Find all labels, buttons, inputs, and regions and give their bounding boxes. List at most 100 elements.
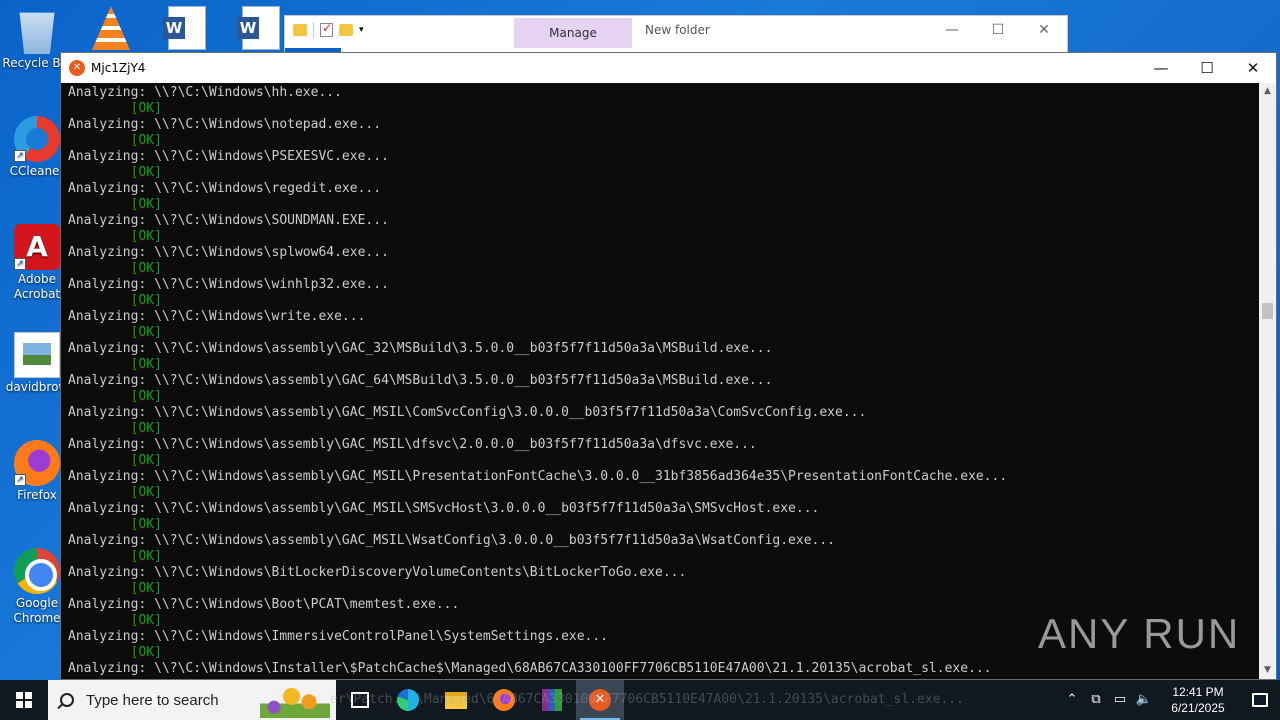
taskbar: ⌃ ⧉ ▭ 🔈 12:41 PM 6/21/2025	[0, 680, 1280, 720]
notification-button[interactable]	[1240, 680, 1280, 720]
manage-tab[interactable]: Manage	[514, 18, 632, 48]
quick-access-toolbar: ▾	[293, 21, 364, 38]
image-file-icon	[14, 332, 60, 378]
folder-icon[interactable]	[293, 24, 307, 36]
ok-status: [OK]	[68, 101, 162, 116]
firefox-icon	[493, 689, 515, 711]
scroll-down-icon[interactable]: ▼	[1259, 662, 1276, 679]
vlc-icon[interactable]	[92, 6, 130, 50]
chevron-down-icon[interactable]: ▾	[359, 25, 364, 35]
pinned-apps	[336, 680, 624, 720]
desktop-icon-label: Firefox	[17, 488, 57, 502]
window-controls: — ☐ ✕	[929, 16, 1067, 46]
word-document-icon[interactable]	[163, 6, 206, 50]
start-button[interactable]	[0, 680, 48, 720]
windows-logo-icon	[16, 692, 32, 708]
anyrun-watermark: ANY RUN	[1038, 610, 1240, 658]
file-explorer-icon	[445, 691, 467, 709]
maximize-button[interactable]: ☐	[1184, 53, 1230, 83]
system-tray: ⌃ ⧉ ▭ 🔈 12:41 PM 6/21/2025	[1060, 680, 1280, 720]
vertical-scrollbar[interactable]: ▲ ▼	[1259, 83, 1276, 679]
ok-status: [OK]	[68, 165, 162, 180]
console-line: Analyzing: \\?\C:\Windows\assembly\GAC_M…	[68, 405, 867, 420]
minimize-button[interactable]: —	[1138, 53, 1184, 83]
chevron-up-icon[interactable]: ⌃	[1060, 680, 1084, 720]
ok-status: [OK]	[68, 261, 162, 276]
task-view-button[interactable]	[336, 680, 384, 720]
volume-icon[interactable]: 🔈	[1132, 680, 1156, 720]
console-line: Analyzing: \\?\C:\Windows\write.exe...	[68, 309, 366, 324]
console-title: Mjc1ZjY4	[91, 61, 146, 75]
properties-icon[interactable]	[320, 21, 333, 37]
console-line: Analyzing: \\?\C:\Windows\notepad.exe...	[68, 117, 382, 132]
taskbar-firefox[interactable]	[480, 680, 528, 720]
toolbar-divider	[313, 22, 314, 38]
console-line: Analyzing: \\?\C:\Windows\Installer\$Pat…	[68, 661, 992, 676]
ok-status: [OK]	[68, 293, 162, 308]
explorer-title: New folder	[645, 23, 710, 37]
ok-status: [OK]	[68, 581, 162, 596]
maximize-button[interactable]: ☐	[975, 16, 1021, 46]
taskbar-winrar[interactable]	[528, 680, 576, 720]
device-icon[interactable]: ⧉	[1084, 680, 1108, 720]
console-line: Analyzing: \\?\C:\Windows\assembly\GAC_M…	[68, 501, 820, 516]
search-input[interactable]	[86, 691, 266, 709]
console-line: Analyzing: \\?\C:\Windows\BitLockerDisco…	[68, 565, 687, 580]
console-titlebar[interactable]: Mjc1ZjY4 — ☐ ✕	[61, 53, 1276, 83]
taskbar-file-explorer[interactable]	[432, 680, 480, 720]
chrome-icon	[14, 548, 60, 594]
console-line: Analyzing: \\?\C:\Windows\PSEXESVC.exe..…	[68, 149, 389, 164]
app-icon	[69, 60, 85, 76]
close-button[interactable]: ✕	[1230, 53, 1276, 83]
clock-date: 6/21/2025	[1171, 701, 1225, 715]
clock-time: 12:41 PM	[1172, 685, 1224, 699]
taskbar-console-app[interactable]	[576, 680, 624, 720]
app-icon	[589, 689, 611, 711]
shortcut-arrow-icon: ↗	[14, 258, 26, 270]
console-line: Analyzing: \\?\C:\Windows\assembly\GAC_6…	[68, 373, 773, 388]
notification-icon	[1252, 693, 1268, 707]
recycle-bin-icon	[19, 12, 55, 54]
explorer-window: ▾ Manage New folder — ☐ ✕	[284, 15, 1068, 55]
close-button[interactable]: ✕	[1021, 16, 1067, 46]
ok-status: [OK]	[68, 485, 162, 500]
console-line: Analyzing: \\?\C:\Windows\assembly\GAC_M…	[68, 469, 1008, 484]
scroll-thumb[interactable]	[1262, 303, 1273, 319]
shortcut-arrow-icon: ↗	[14, 474, 26, 486]
firefox-icon: ↗	[14, 440, 60, 486]
console-line: Analyzing: \\?\C:\Windows\winhlp32.exe..…	[68, 277, 389, 292]
console-window: Mjc1ZjY4 — ☐ ✕ Analyzing: \\?\C:\Windows…	[60, 52, 1277, 680]
ok-status: [OK]	[68, 453, 162, 468]
winrar-icon	[542, 689, 562, 711]
taskbar-search[interactable]	[48, 680, 336, 720]
edge-icon	[397, 689, 419, 711]
ok-status: [OK]	[68, 549, 162, 564]
word-document-icon[interactable]	[237, 6, 280, 50]
console-line: Analyzing: \\?\C:\Windows\SOUNDMAN.EXE..…	[68, 213, 389, 228]
console-line: Analyzing: \\?\C:\Windows\hh.exe...	[68, 85, 342, 100]
task-view-icon	[351, 692, 369, 708]
watermark-text: ANY RUN	[1038, 610, 1241, 657]
desktop-icon-label: Google Chrome	[13, 596, 61, 625]
ok-status: [OK]	[68, 229, 162, 244]
ok-status: [OK]	[68, 197, 162, 212]
acrobat-icon: ↗	[14, 224, 60, 270]
scroll-up-icon[interactable]: ▲	[1259, 83, 1276, 100]
desktop-icon-label: CCleaner	[9, 164, 65, 178]
ok-status: [OK]	[68, 421, 162, 436]
console-line: Analyzing: \\?\C:\Windows\assembly\GAC_M…	[68, 533, 836, 548]
console-output[interactable]: Analyzing: \\?\C:\Windows\hh.exe... [OK]…	[61, 83, 1259, 679]
console-line: Analyzing: \\?\C:\Windows\splwow64.exe..…	[68, 245, 389, 260]
shortcut-arrow-icon: ↗	[14, 150, 26, 162]
ok-status: [OK]	[68, 517, 162, 532]
new-folder-icon[interactable]	[339, 24, 353, 36]
console-line: Analyzing: \\?\C:\Windows\assembly\GAC_3…	[68, 341, 773, 356]
ccleaner-icon: ↗	[14, 116, 60, 162]
console-line: Analyzing: \\?\C:\Windows\assembly\GAC_M…	[68, 437, 757, 452]
search-highlight-image	[260, 682, 330, 718]
taskbar-edge[interactable]	[384, 680, 432, 720]
clock[interactable]: 12:41 PM 6/21/2025	[1156, 684, 1240, 716]
minimize-button[interactable]: —	[929, 16, 975, 46]
window-controls: — ☐ ✕	[1138, 53, 1276, 83]
network-icon[interactable]: ▭	[1108, 680, 1132, 720]
